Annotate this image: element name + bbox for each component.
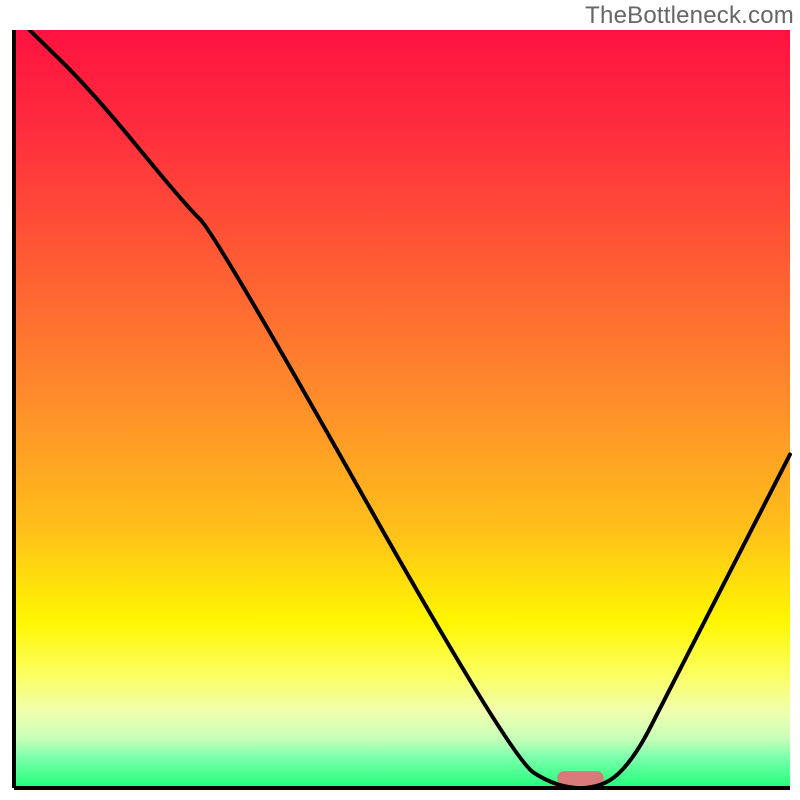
bottleneck-curve (30, 30, 790, 788)
chart-area (0, 30, 800, 800)
optimal-marker (557, 771, 604, 785)
chart-svg (0, 30, 800, 800)
attribution-text: TheBottleneck.com (585, 2, 794, 30)
